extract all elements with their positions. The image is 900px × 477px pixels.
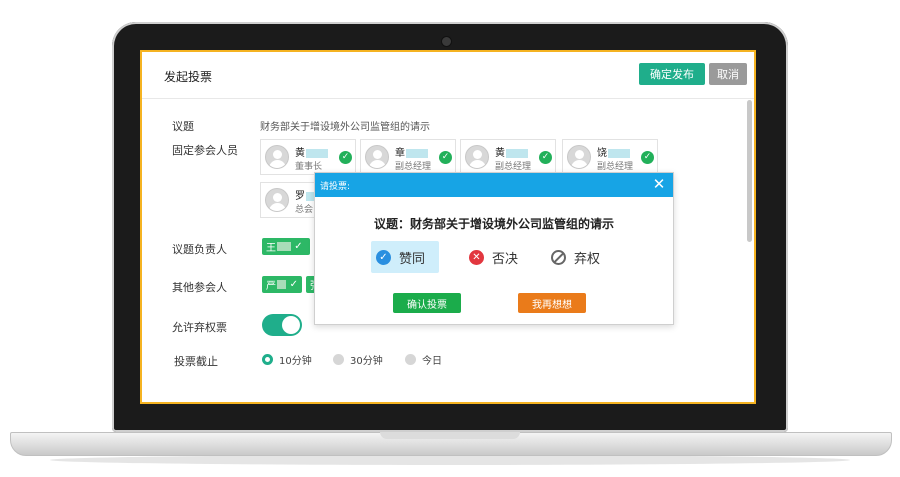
name-mask <box>277 280 287 289</box>
deadline-option-10min[interactable]: 10分钟 <box>262 352 312 367</box>
check-icon: ✓ <box>294 241 303 252</box>
deadline-option-today[interactable]: 今日 <box>405 352 442 367</box>
vote-option-label: 赞同 <box>399 251 426 267</box>
deadline-option-30min[interactable]: 30分钟 <box>333 352 383 367</box>
cross-circle-icon: ✕ <box>469 249 484 265</box>
allow-abstain-label: 允许弃权票 <box>172 321 227 334</box>
member-name: 章 <box>395 148 405 159</box>
participant-tag-name: 严 <box>266 281 276 292</box>
check-circle-icon: ✓ <box>376 249 391 265</box>
close-icon[interactable]: ✕ <box>651 176 667 192</box>
cancel-button[interactable]: 取消 <box>709 63 747 85</box>
avatar <box>365 145 389 169</box>
laptop-shadow <box>50 455 850 465</box>
name-mask <box>506 148 528 158</box>
member-role: 副总经理 <box>495 162 532 172</box>
name-mask <box>608 148 630 158</box>
vote-option-abstain[interactable]: 弃权 <box>551 241 600 273</box>
owner-tag[interactable]: 王 ✓ <box>262 238 310 255</box>
radio-icon <box>333 353 344 365</box>
name-mask <box>277 242 291 251</box>
vote-option-label: 弃权 <box>574 251 601 267</box>
check-icon: ✓ <box>439 151 452 164</box>
member-card[interactable]: 章 副总经理 ✓ <box>360 139 456 175</box>
member-name: 罗 <box>295 191 305 202</box>
other-participants-label: 其他参会人 <box>172 281 227 294</box>
member-role: 总会 <box>295 205 314 215</box>
forbidden-icon <box>551 249 566 265</box>
vote-option-agree[interactable]: ✓ 赞同 <box>371 241 439 273</box>
fixed-members-label: 固定参会人员 <box>172 144 238 157</box>
topic-value: 财务部关于增设境外公司监管组的请示 <box>260 122 430 133</box>
rethink-button[interactable]: 我再想想 <box>518 293 586 313</box>
check-icon: ✓ <box>539 151 552 164</box>
member-card[interactable]: 黄 副总经理 ✓ <box>460 139 556 175</box>
member-card[interactable]: 饶 副总经理 ✓ <box>562 139 658 175</box>
publish-button[interactable]: 确定发布 <box>639 63 705 85</box>
check-icon: ✓ <box>641 151 654 164</box>
avatar <box>265 145 289 169</box>
member-role: 董事长 <box>295 162 323 172</box>
check-icon: ✓ <box>289 279 298 290</box>
participant-tag[interactable]: 严 ✓ <box>262 276 302 293</box>
scrollbar[interactable] <box>747 100 752 242</box>
topic-label: 议题 <box>172 120 194 133</box>
radio-selected-icon <box>262 353 273 365</box>
allow-abstain-toggle[interactable] <box>262 314 302 336</box>
vote-option-reject[interactable]: ✕ 否决 <box>469 241 518 273</box>
member-role: 副总经理 <box>395 162 432 172</box>
vote-option-label: 否决 <box>492 251 519 267</box>
vote-topic: 议题：财务部关于增设境外公司监管组的请示 <box>373 217 614 231</box>
vote-dialog: 请投票: ✕ 议题：财务部关于增设境外公司监管组的请示 ✓ 赞同 ✕ 否决 弃权… <box>314 172 674 325</box>
radio-label: 30分钟 <box>350 355 383 367</box>
radio-label: 今日 <box>422 355 442 367</box>
member-role: 副总经理 <box>597 162 634 172</box>
vote-dialog-header: 请投票: ✕ <box>315 173 673 197</box>
avatar <box>265 188 289 212</box>
member-name: 饶 <box>597 148 607 159</box>
name-mask <box>306 148 328 158</box>
page-header: 发起投票 确定发布 取消 <box>142 52 754 99</box>
laptop-base-notch <box>380 432 520 439</box>
member-name: 黄 <box>295 148 305 159</box>
owner-tag-name: 王 <box>266 243 276 254</box>
member-card[interactable]: 黄 董事长 ✓ <box>260 139 356 175</box>
member-name: 黄 <box>495 148 505 159</box>
toggle-knob <box>282 316 300 334</box>
radio-label: 10分钟 <box>279 355 312 367</box>
avatar <box>465 145 489 169</box>
camera-icon <box>441 36 452 47</box>
page-title: 发起投票 <box>164 70 213 84</box>
name-mask <box>406 148 428 158</box>
confirm-vote-button[interactable]: 确认投票 <box>393 293 461 313</box>
avatar <box>567 145 591 169</box>
owner-label: 议题负责人 <box>172 243 227 256</box>
vote-dialog-title: 请投票: <box>320 182 351 192</box>
radio-icon <box>405 353 416 365</box>
check-icon: ✓ <box>339 151 352 164</box>
deadline-label: 投票截止 <box>174 355 218 368</box>
